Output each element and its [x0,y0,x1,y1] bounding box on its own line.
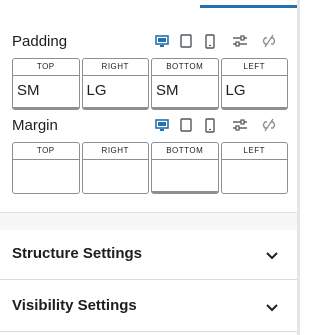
padding-right-box[interactable]: RIGHT LG [81,58,149,110]
scrollbar-track[interactable] [297,0,300,335]
margin-right-label: RIGHT [82,143,148,160]
margin-box-row: TOP RIGHT BOTTOM LEFT [12,142,288,194]
tablet-icon[interactable] [177,32,195,50]
padding-top-label: TOP [13,59,79,76]
desktop-icon[interactable] [153,116,171,134]
padding-box-row: TOP SM RIGHT LG BOTTOM SM LEFT LG [12,58,288,110]
padding-top-value: SM [17,82,40,99]
margin-section: Margin TOP RIGHT BOTTOM LEFT [0,114,300,200]
margin-header: Margin [12,116,292,138]
padding-header: Padding [12,32,292,54]
tablet-icon[interactable] [177,116,195,134]
visibility-settings-title: Visibility Settings [12,297,137,314]
margin-left-label: LEFT [221,143,287,160]
padding-section: Padding TOP SM RIGHT LG BOTTOM SM LEFT L… [0,30,300,116]
margin-bottom-label: BOTTOM [152,143,218,160]
margin-title: Margin [12,117,58,134]
margin-bottom-box[interactable]: BOTTOM [151,142,219,194]
mobile-icon[interactable] [201,116,219,134]
mobile-icon[interactable] [201,32,219,50]
padding-bottom-box[interactable]: BOTTOM SM [151,58,219,110]
chevron-down-icon[interactable] [264,299,280,315]
sliders-icon[interactable] [231,116,249,134]
unlink-icon[interactable] [260,116,278,134]
top-strip [0,0,300,10]
padding-right-label: RIGHT [82,59,148,76]
chevron-down-icon[interactable] [264,247,280,263]
padding-right-value: LG [86,82,107,99]
active-tab-indicator [200,5,300,8]
margin-top-box[interactable]: TOP [12,142,80,194]
padding-title: Padding [12,33,68,50]
margin-left-box[interactable]: LEFT [220,142,288,194]
structure-settings-title: Structure Settings [12,245,143,262]
padding-left-value: LG [225,82,246,99]
sliders-icon[interactable] [231,32,249,50]
structure-settings-panel[interactable]: Structure Settings [0,230,300,280]
margin-top-label: TOP [13,143,79,160]
padding-bottom-value: SM [156,82,179,99]
unlink-icon[interactable] [260,32,278,50]
padding-left-label: LEFT [221,59,287,76]
padding-bottom-label: BOTTOM [152,59,218,76]
desktop-icon[interactable] [153,32,171,50]
section-divider [0,212,300,231]
visibility-settings-panel[interactable]: Visibility Settings [0,282,300,332]
padding-left-box[interactable]: LEFT LG [220,58,288,110]
margin-right-box[interactable]: RIGHT [81,142,149,194]
padding-top-box[interactable]: TOP SM [12,58,80,110]
